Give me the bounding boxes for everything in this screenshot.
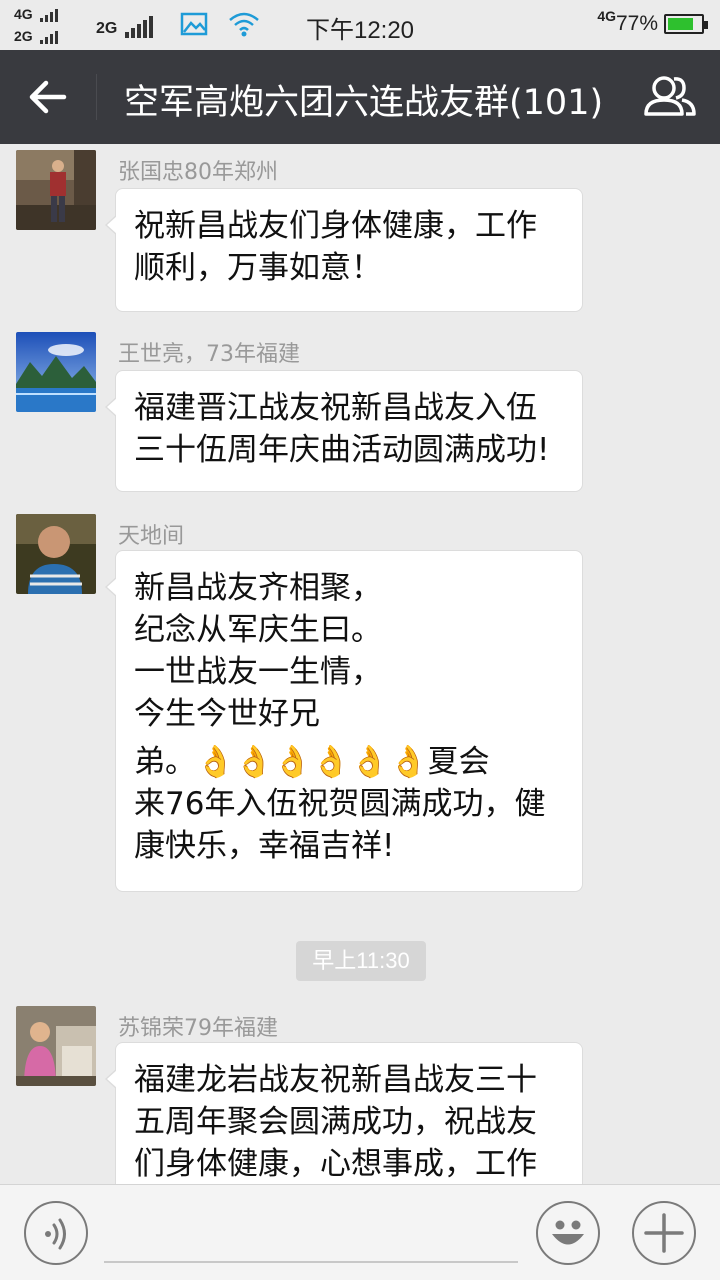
battery-fill [668,18,693,30]
message-line: 纪念从军庆生曰。 [134,612,382,648]
message-line: 新昌战友齐相聚， [134,570,382,606]
message-bubble[interactable]: 新昌战友齐相聚， 纪念从军庆生曰。 一世战友一生情， 今生今世好兄 弟。👌👌👌👌… [105,550,583,892]
message-line: 福建晋江战友祝新昌战友入伍 [134,390,537,426]
plus-icon [644,1213,684,1253]
message-line: 来76年入伍祝贺圆满成功，健 [134,786,546,822]
input-bar [0,1184,720,1280]
message-line: 五周年聚会圆满成功，祝战友 [134,1104,537,1140]
timestamp-divider: 早上11:30 [296,941,426,981]
message-line: 一世战友一生情， [134,654,382,690]
message-input[interactable] [104,1205,518,1263]
message-line: 今生今世好兄 [134,696,320,732]
battery-icon [664,14,708,34]
group-members-button[interactable] [640,72,700,122]
data-network-label: 4G [597,8,616,24]
sender-name: 张国忠80年郑州 [118,160,278,185]
emoji-button[interactable] [536,1201,600,1265]
avatar-photo [16,514,96,594]
voice-button[interactable] [24,1201,88,1265]
group-members-icon [644,76,696,116]
message-line: 三十伍周年庆曲活动圆满成功! [134,432,550,468]
status-bar: 4G 2G 2G 下午12:20 4G 77% [0,0,720,50]
avatar-photo [16,150,96,230]
avatar-photo [16,332,96,412]
avatar[interactable] [16,150,96,230]
more-actions-button[interactable] [632,1201,696,1265]
title-bar: 空军高炮六团六连战友群(101) [0,50,720,144]
message-bubble[interactable]: 福建晋江战友祝新昌战友入伍 三十伍周年庆曲活动圆满成功! [105,370,583,492]
chat-title: 空军高炮六团六连战友群(101) [124,83,604,123]
message-line: 康快乐，幸福吉祥! [134,828,395,864]
message-line: 顺利，万事如意！ [134,250,382,286]
voice-icon [45,1218,66,1250]
back-button[interactable] [22,72,78,122]
message-bubble[interactable]: 祝新昌战友们身体健康，工作 顺利，万事如意！ [105,188,583,312]
battery-percent: 77% [615,12,658,35]
sender-name: 天地间 [118,524,185,549]
message-line: 祝新昌战友们身体健康，工作 [134,208,537,244]
title-divider [96,74,97,120]
message-line: 们身体健康，心想事成，工作 [134,1146,537,1182]
avatar[interactable] [16,332,96,412]
avatar[interactable] [16,1006,96,1086]
chat-messages[interactable]: 张国忠80年郑州 祝新昌战友们身体健康，工作 顺利，万事如意！ 王世亮，73年福… [0,144,720,1184]
emoji-icon [552,1220,584,1245]
message-line: 弟。👌👌👌👌👌👌夏会 [134,744,490,780]
data-network: 4G [597,8,616,24]
sender-name: 苏锦荣79年福建 [118,1016,278,1041]
message-line: 福建龙岩战友祝新昌战友三十 [134,1062,537,1098]
message-bubble[interactable]: 福建龙岩战友祝新昌战友三十 五周年聚会圆满成功，祝战友 们身体健康，心想事成，工… [105,1042,583,1184]
sender-name: 王世亮，73年福建 [118,342,300,367]
arrow-left-icon [29,80,67,114]
avatar[interactable] [16,514,96,594]
avatar-photo [16,1006,96,1086]
